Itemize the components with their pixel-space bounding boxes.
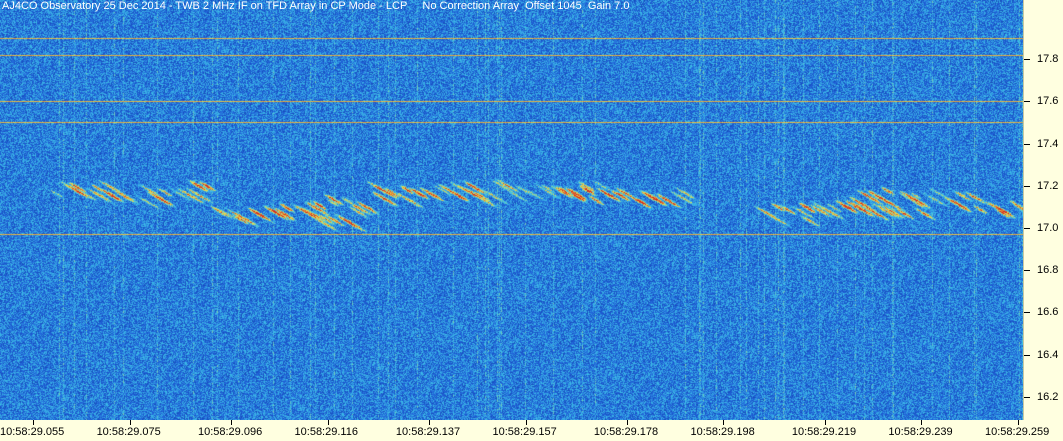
y-tick-label: 17.0: [1037, 221, 1059, 234]
y-tick-mark: [1024, 143, 1030, 145]
spectrogram-canvas: [0, 0, 1023, 420]
y-tick-label: 16.8: [1037, 264, 1059, 277]
x-tick-label: 10:58:29.219: [791, 426, 857, 438]
x-tick-mark: [824, 420, 826, 425]
spectrogram-plot-area: AJ4CO Observatory 25 Dec 2014 - TWB 2 MH…: [0, 0, 1023, 420]
x-tick-label: 10:58:29.055: [0, 426, 65, 438]
x-tick-mark: [1018, 420, 1019, 425]
time-axis: 10:58:29.055 10:58:29.075 10:58:29.096 10:5…: [0, 420, 1063, 441]
x-tick-mark: [921, 420, 923, 425]
chart-title: AJ4CO Observatory 25 Dec 2014 - TWB 2 MH…: [2, 0, 630, 12]
y-tick-label: 17.4: [1037, 137, 1059, 150]
x-tick-label: 10:58:29.198: [690, 426, 755, 438]
x-tick-label: 10:58:29.137: [395, 426, 461, 438]
x-tick-mark: [428, 420, 430, 425]
y-tick-mark: [1024, 59, 1030, 61]
x-tick-label: 10:58:29.239: [888, 426, 953, 438]
y-tick-mark: [1024, 227, 1030, 229]
y-tick-label: 16.2: [1037, 390, 1059, 403]
y-tick-mark: [1024, 101, 1030, 103]
y-tick-mark: [1024, 312, 1030, 314]
y-tick-label: 16.6: [1037, 306, 1059, 319]
y-tick-label: 16.4: [1037, 348, 1059, 361]
y-tick-label: 17.6: [1037, 95, 1059, 108]
x-tick-label: 10:58:29.157: [492, 426, 557, 438]
y-tick-mark: [1024, 270, 1030, 272]
y-tick-mark: [1024, 185, 1030, 187]
x-tick-mark: [525, 420, 527, 425]
x-tick-mark: [626, 420, 628, 425]
x-tick-label: 10:58:29.116: [294, 426, 358, 438]
y-tick-label: 17.2: [1037, 179, 1059, 192]
y-tick-label: 17.8: [1037, 53, 1059, 66]
x-tick-label: 10:58:29.178: [593, 426, 659, 438]
x-tick-mark: [33, 420, 34, 425]
x-tick-mark: [723, 420, 725, 425]
y-tick-mark: [1024, 396, 1030, 398]
x-tick-mark: [129, 420, 131, 425]
x-tick-label: 10:58:29.096: [197, 426, 263, 438]
y-tick-mark: [1024, 354, 1030, 356]
x-tick-label: 10:58:29.259: [985, 426, 1050, 438]
x-tick-mark: [327, 420, 329, 425]
x-tick-mark: [230, 420, 232, 425]
x-tick-label: 10:58:29.075: [96, 426, 161, 438]
frequency-axis: 17.8 17.6 17.4 17.2 17.0 16.8 16.6 16.4 16.2: [1023, 0, 1063, 420]
